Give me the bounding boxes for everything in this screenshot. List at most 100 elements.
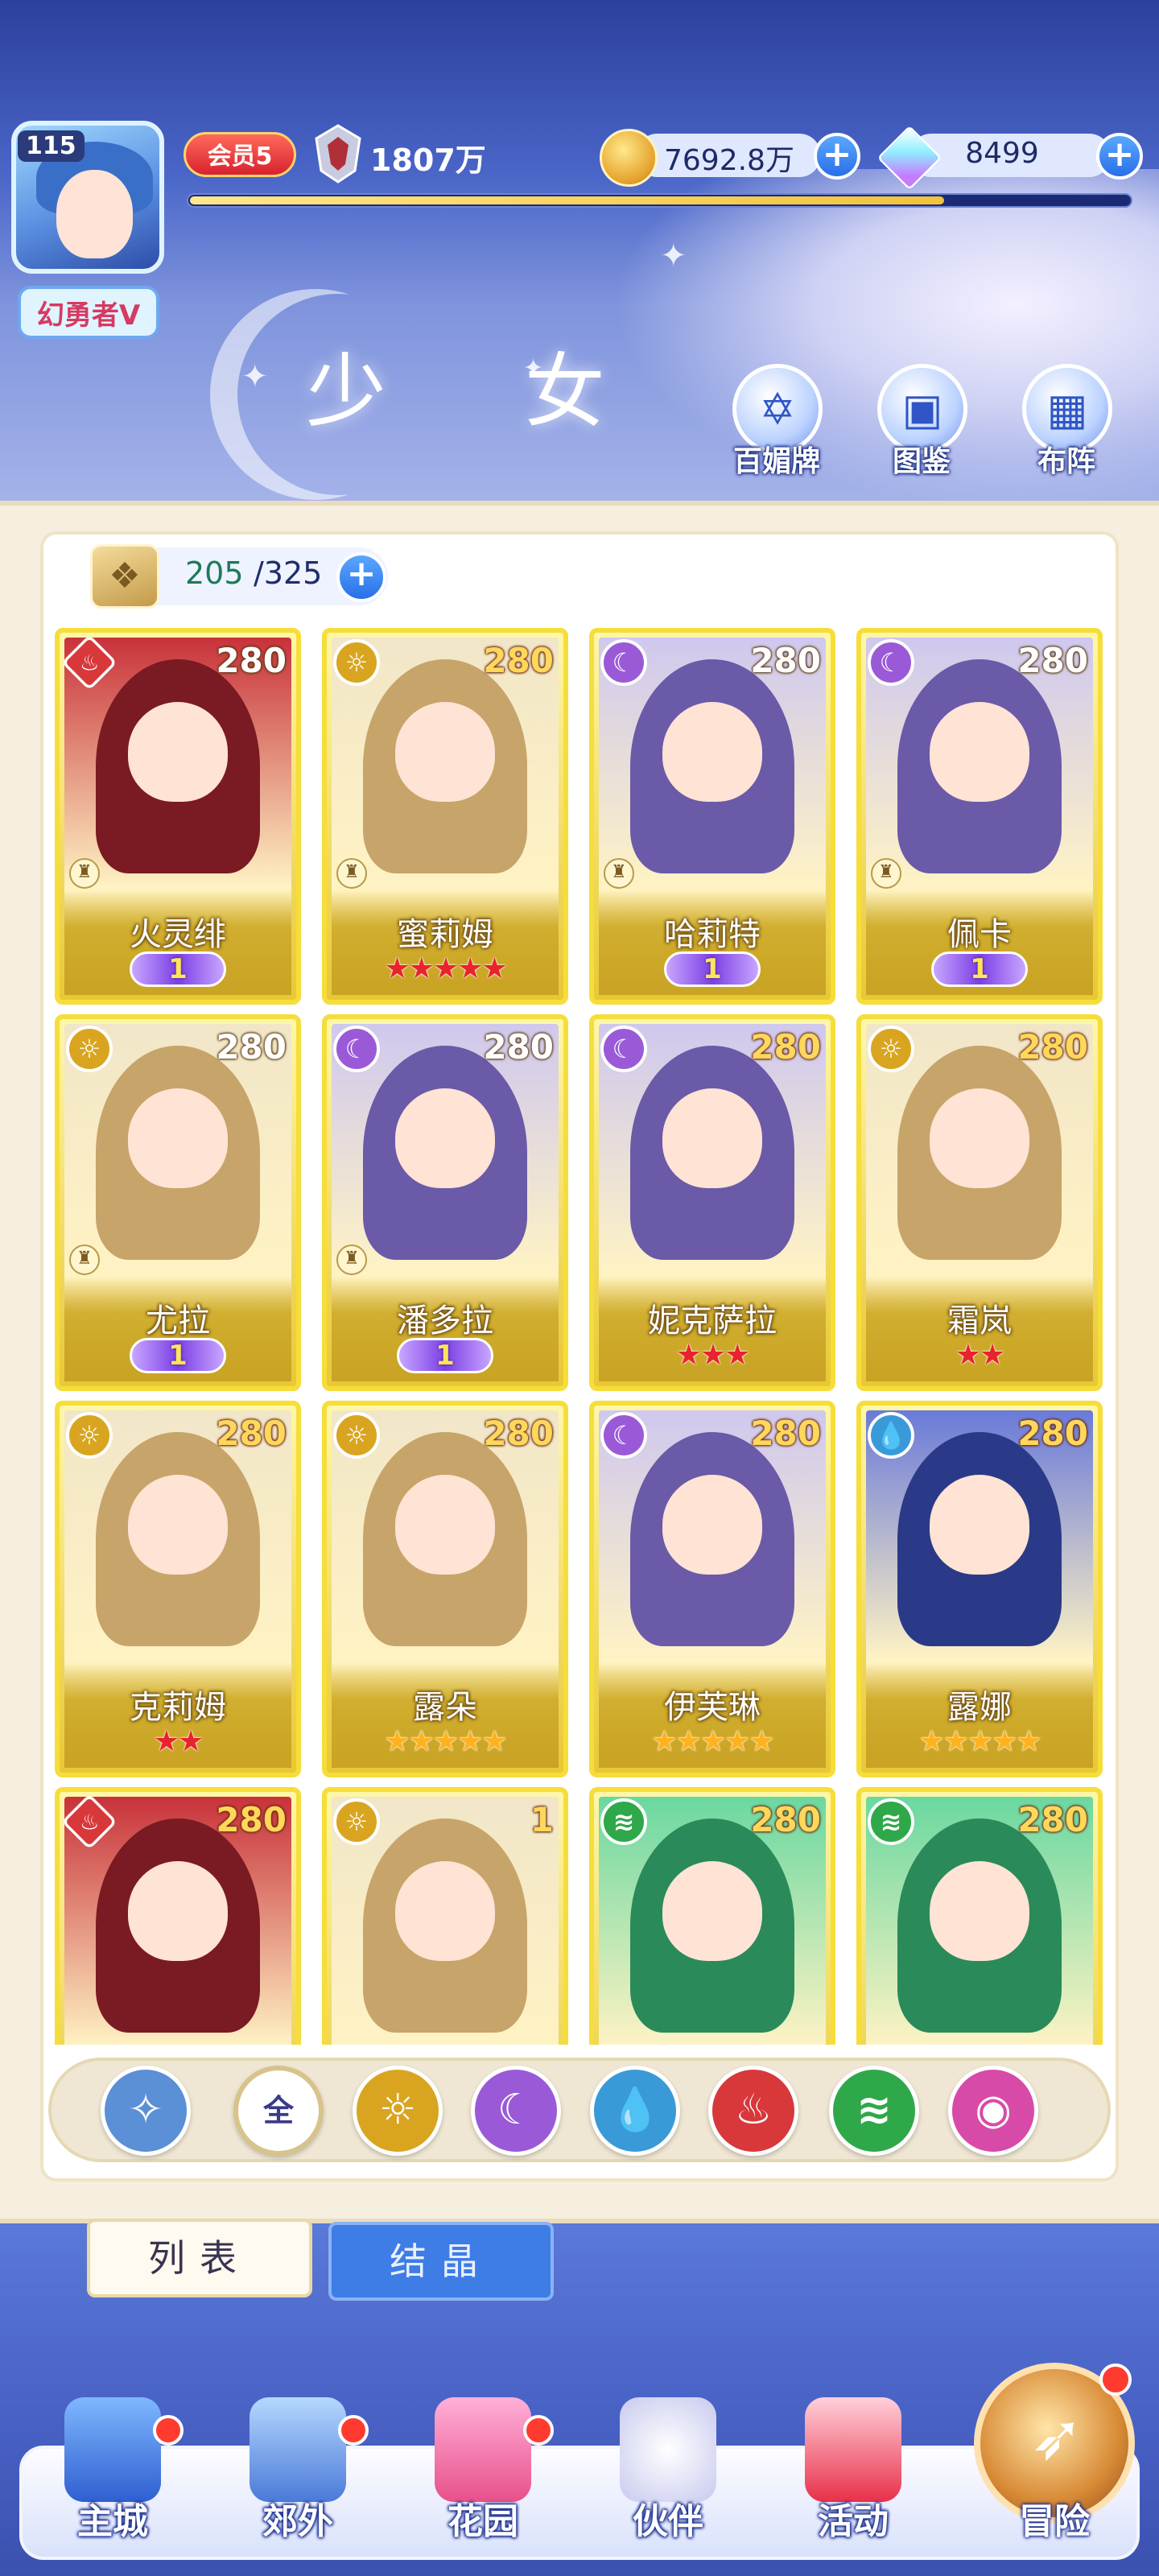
avatar-face [56,170,133,258]
partner-card[interactable]: ♨ 280 [55,1787,301,2045]
partner-level: 280 [483,641,554,680]
partner-level: 280 [1017,1800,1088,1839]
partner-card[interactable]: ☾ 280 妮克萨拉 ★★★ [589,1014,835,1391]
nav-item-4[interactable]: 活动 [773,2397,934,2566]
nav-item-1[interactable]: 郊外 [217,2397,378,2566]
moon-icon: ☾ [600,1026,647,1072]
header-button-formation[interactable]: ▦ 布阵 [1006,364,1127,485]
header-button-label: 图鉴 [892,445,951,478]
header-button-cards[interactable]: ✡ 百媚牌 [716,364,837,485]
partner-card[interactable]: ≋ 280 [856,1787,1103,2045]
star-rating: ★★★★★ [384,1725,507,1758]
sun-icon: ☼ [378,2086,417,2134]
filter-wind[interactable]: ≋ [829,2066,919,2156]
tab-list[interactable]: 列表 [87,2219,312,2297]
partner-name: 伊芙琳 [664,1689,761,1726]
filter-light[interactable]: ☼ [353,2066,443,2156]
partner-level: 280 [216,1027,287,1067]
partner-level: 280 [216,641,287,680]
portrait-face [929,1860,1030,1962]
exp-bar [187,193,1132,208]
header-button-label: 百媚牌 [732,445,820,478]
role-icon: ♜ [69,858,100,889]
nav-label: 花园 [448,2501,518,2542]
partner-card[interactable]: ☾ 280 伊芙琳 ★★★★★ [589,1401,835,1777]
star-rating: ★★ [153,1725,204,1758]
portrait-face [929,1088,1030,1189]
tab-crystal[interactable]: 结晶 [328,2222,554,2301]
add-coin-button[interactable]: + [814,133,860,180]
role-icon: ♜ [69,1245,100,1275]
portrait-face [127,1088,229,1189]
star-rating: ★★★★★ [651,1725,774,1758]
moon-icon: ☾ [600,1412,647,1459]
player-level: 115 [18,130,85,162]
partner-name: 妮克萨拉 [648,1302,777,1340]
partner-card-grid: ♨ 280 ♜ 火灵绯 1 ☼ 280 ♜ 蜜莉姆 ★★★★★ ☾ 280 ♜ 哈莉特 1 ☾ 280 ♜ 佩卡 1 ☼… [55,628,1104,2045]
partner-name: 火灵绯 [130,916,226,953]
nav-item-3[interactable]: 伙伴 [588,2397,749,2566]
nav-item-2[interactable]: 花园 [402,2397,563,2566]
notification-dot [523,2415,554,2446]
wind-icon: ≋ [600,1798,647,1845]
star-rating: ★★★★★ [384,952,507,985]
partner-card[interactable]: ♨ 280 ♜ 火灵绯 1 [55,628,301,1005]
partner-level: 280 [1017,1414,1088,1453]
power-value: 1807万 [370,142,486,178]
sun-icon: ☼ [66,1026,113,1072]
partner-level: 280 [750,1800,821,1839]
partner-card[interactable]: ☾ 280 ♜ 佩卡 1 [856,628,1103,1005]
awaken-badge: 1 [931,952,1028,987]
partner-card[interactable]: ☼ 280 霜岚 ★★ [856,1014,1103,1391]
partner-card[interactable]: ☼ 280 ♜ 尤拉 1 [55,1014,301,1391]
partner-card[interactable]: ☾ 280 ♜ 潘多拉 1 [322,1014,568,1391]
member-badge[interactable]: 会员5 [184,132,296,177]
star-rating: ★★★★★ [918,1725,1041,1758]
nav-label: 冒险 [1019,2501,1090,2542]
partner-name: 霜岚 [947,1302,1012,1340]
add-gem-button[interactable]: + [1096,133,1143,180]
sun-icon: ☼ [333,1798,380,1845]
awaken-badge: 1 [397,1338,493,1373]
filter-dark[interactable]: ◉ [948,2066,1038,2156]
filter-moon[interactable]: ☾ [471,2066,561,2156]
power-icon [315,124,361,184]
role-icon: ♜ [336,858,367,889]
partner-card[interactable]: ☾ 280 ♜ 哈莉特 1 [589,628,835,1005]
partner-card[interactable]: ☼ 1 [322,1787,568,2045]
sun-icon: ☼ [333,639,380,686]
partner-card[interactable]: 💧 280 露娜 ★★★★★ [856,1401,1103,1777]
partner-card[interactable]: ☼ 280 ♜ 蜜莉姆 ★★★★★ [322,628,568,1005]
heart-icon [435,2397,531,2502]
portrait-face [394,1860,496,1962]
moon-icon: ☾ [497,2086,535,2134]
orb-icon: ◉ [975,2086,1012,2134]
partner-card[interactable]: ≋ 280 [589,1787,835,2045]
filter-special[interactable]: ✧ [101,2066,191,2156]
awaken-badge: 1 [130,952,226,987]
player-name[interactable]: 幻勇者V [18,286,159,339]
expand-collection-button[interactable]: + [336,552,386,602]
sun-icon: ☼ [66,1412,113,1459]
filter-fire[interactable]: ♨ [708,2066,798,2156]
role-icon: ♜ [871,858,901,889]
gift-icon [805,2397,901,2502]
star-rating: ★★★ [675,1339,751,1372]
castle-icon [64,2397,161,2502]
sparkle-icon: ✦ [241,358,269,395]
filter-water[interactable]: 💧 [590,2066,680,2156]
partner-card[interactable]: ☼ 280 露朵 ★★★★★ [322,1401,568,1777]
nav-label: 主城 [77,2501,148,2542]
filter-all[interactable]: 全 [233,2066,324,2156]
partner-level: 280 [1017,1027,1088,1067]
partner-level: 280 [483,1414,554,1453]
partner-name: 克莉姆 [130,1689,226,1726]
gem-value: 8499 [965,137,1039,170]
partner-card[interactable]: ☼ 280 克莉姆 ★★ [55,1401,301,1777]
header-button-codex[interactable]: ▣ 图鉴 [861,364,982,485]
partner-name: 潘多拉 [397,1302,493,1340]
nav-item-0[interactable]: 主城 [32,2397,193,2566]
water-icon: 💧 [608,2086,662,2134]
notification-dot [153,2415,184,2446]
portrait-face [662,1088,763,1189]
